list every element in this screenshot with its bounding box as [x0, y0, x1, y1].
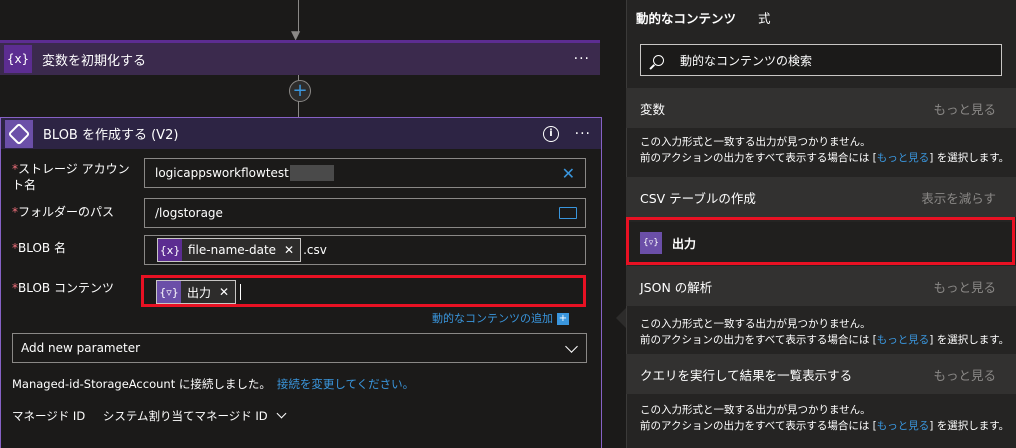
folder-path-input[interactable]: /logstorage [144, 198, 586, 228]
chevron-down-icon [276, 408, 287, 419]
change-connection-link[interactable]: 接続を変更してください。 [277, 377, 414, 391]
see-more-link[interactable]: もっと見る [877, 420, 930, 432]
more-options-icon[interactable]: ··· [574, 51, 590, 67]
no-match-note: この入力形式と一致する出力が見つかりません。 前のアクションの出力をすべて表示す… [640, 136, 1010, 164]
designer-canvas: ▼ {x} 変数を初期化する ··· + BLOB を作成する (V2) i ·… [0, 0, 612, 448]
clear-icon[interactable]: ✕ [562, 164, 575, 183]
variable-icon: {x} [4, 45, 32, 73]
arrow-down-icon: ▼ [291, 28, 301, 42]
card-header[interactable]: BLOB を作成する (V2) i ··· [1, 118, 601, 149]
add-dynamic-content-link[interactable]: 動的なコンテンツの追加 + [432, 310, 569, 326]
plus-icon: + [557, 313, 569, 325]
blob-name-label: *BLOB 名 [12, 241, 66, 255]
blob-content-label: *BLOB コンテンツ [12, 281, 114, 295]
initialize-variable-card[interactable]: {x} 変数を初期化する ··· [0, 40, 600, 75]
storage-account-input[interactable]: logicappsworkflowtest ✕ [144, 158, 586, 188]
see-more-link[interactable]: もっと見る [933, 365, 996, 384]
storage-account-label: *ストレージ アカウン ト名 [12, 162, 130, 192]
search-input[interactable]: 動的なコンテンツの検索 [640, 44, 1002, 76]
managed-identity-select[interactable]: システム割り当てマネージド ID [103, 408, 287, 423]
highlight-box [141, 275, 586, 307]
blob-storage-icon [5, 119, 33, 148]
tab-expression[interactable]: 式 [758, 8, 771, 27]
see-less-link[interactable]: 表示を減らす [921, 188, 996, 207]
info-icon[interactable]: i [543, 125, 559, 142]
more-options-icon[interactable]: ··· [575, 126, 591, 142]
highlight-box [626, 217, 1015, 265]
variable-icon: {x} [158, 239, 182, 261]
folder-path-label: *フォルダーのパス [12, 205, 115, 219]
see-more-link[interactable]: もっと見る [877, 334, 930, 346]
section-list-query-results: クエリを実行して結果を一覧表示する もっと見る [626, 354, 1016, 394]
add-new-parameter-dropdown[interactable]: Add new parameter [12, 333, 587, 363]
see-more-link[interactable]: もっと見る [933, 99, 996, 118]
chevron-down-icon [565, 340, 578, 353]
connection-info: Managed-id-StorageAccount に接続しました。 接続を変更し… [12, 377, 415, 391]
section-variables: 変数 もっと見る [626, 88, 1016, 128]
section-parse-json: JSON の解析 もっと見る [626, 266, 1016, 306]
card-title: 変数を初期化する [42, 53, 147, 69]
panel-pointer [616, 308, 626, 328]
no-match-note: この入力形式と一致する出力が見つかりません。 前のアクションの出力をすべて表示す… [640, 404, 1010, 432]
see-more-link[interactable]: もっと見る [933, 277, 996, 296]
folder-icon[interactable] [559, 207, 577, 219]
card-title: BLOB を作成する (V2) [43, 128, 179, 143]
see-more-link[interactable]: もっと見る [877, 152, 930, 164]
dynamic-token[interactable]: {x} file-name-date ✕ [157, 238, 302, 262]
blob-name-input[interactable]: {x} file-name-date ✕ .csv [144, 235, 586, 265]
redacted-text [289, 165, 334, 181]
insert-step-button[interactable]: + [289, 80, 311, 102]
managed-identity-row: マネージド ID システム割り当てマネージド ID [12, 408, 287, 424]
section-create-csv-table: CSV テーブルの作成 表示を減らす [626, 177, 1016, 217]
panel-tabs: 動的なコンテンツ 式 [626, 0, 1016, 34]
no-match-note: この入力形式と一致する出力が見つかりません。 前のアクションの出力をすべて表示す… [640, 318, 1010, 346]
remove-token-icon[interactable]: ✕ [284, 243, 294, 257]
tab-dynamic-content[interactable]: 動的なコンテンツ [636, 8, 736, 27]
search-icon [653, 54, 664, 66]
